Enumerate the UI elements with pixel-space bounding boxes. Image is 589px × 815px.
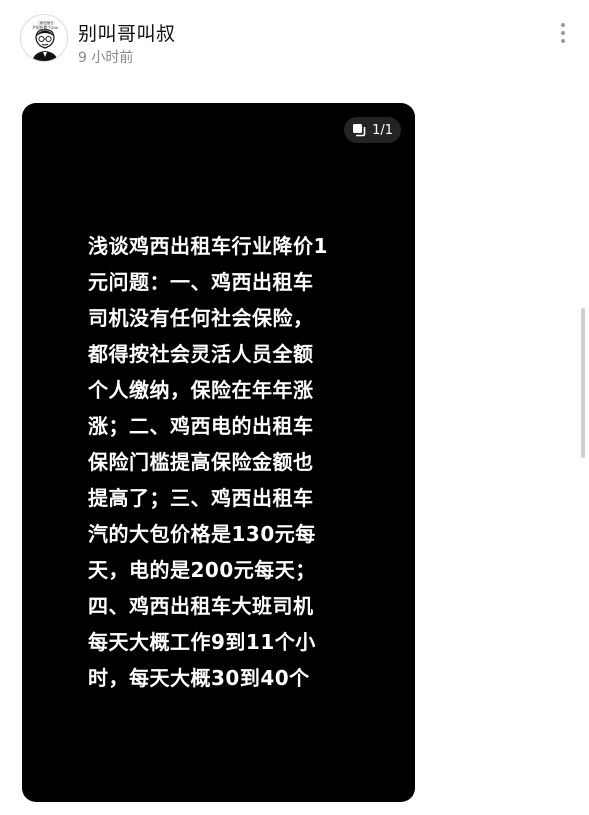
avatar[interactable]: （被迫营业 介绍先看个20s	[20, 14, 68, 62]
author-name[interactable]: 别叫哥叫叔	[78, 19, 176, 46]
avatar-caption-line2: 介绍先看个20s	[32, 25, 58, 30]
post-timestamp: 9 小时前	[78, 50, 134, 66]
image-pager-badge: 1/1	[344, 117, 401, 143]
avatar-cartoon-icon: （被迫营业 介绍先看个20s	[21, 15, 67, 61]
post-image-card[interactable]: 1/1 浅谈鸡西出租车行业降价1 元问题：一、鸡西出租车 司机没有任何社会保险，…	[22, 103, 415, 802]
image-pager-count: 1/1	[372, 122, 393, 138]
more-vertical-icon	[561, 23, 565, 27]
post-header: （被迫营业 介绍先看个20s 别叫哥叫叔 9 小时前	[0, 0, 589, 90]
post-body-text: 浅谈鸡西出租车行业降价1 元问题：一、鸡西出租车 司机没有任何社会保险， 都得按…	[88, 234, 328, 690]
page-scrollbar[interactable]	[581, 308, 585, 458]
multi-image-icon	[353, 124, 366, 137]
more-options-button[interactable]	[551, 18, 575, 48]
